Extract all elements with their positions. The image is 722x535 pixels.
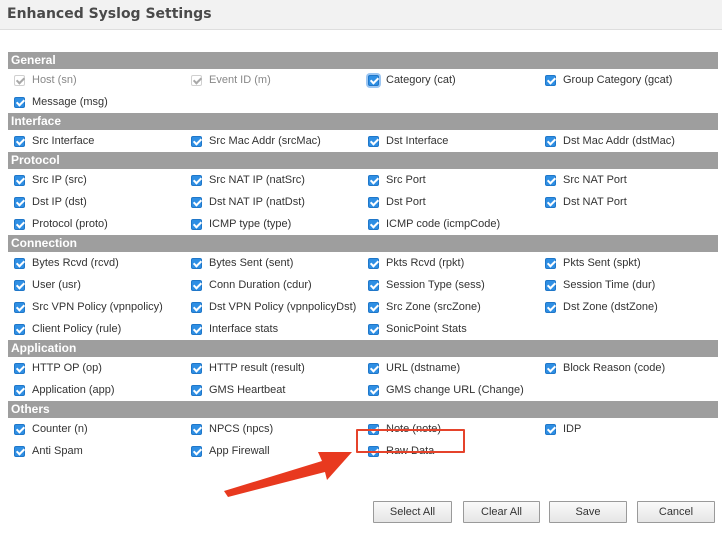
annotation-arrow-icon xyxy=(224,452,352,497)
cancel-button[interactable]: Cancel xyxy=(637,501,715,523)
clear-all-button[interactable]: Clear All xyxy=(463,501,540,523)
select-all-button[interactable]: Select All xyxy=(373,501,452,523)
save-button[interactable]: Save xyxy=(549,501,627,523)
